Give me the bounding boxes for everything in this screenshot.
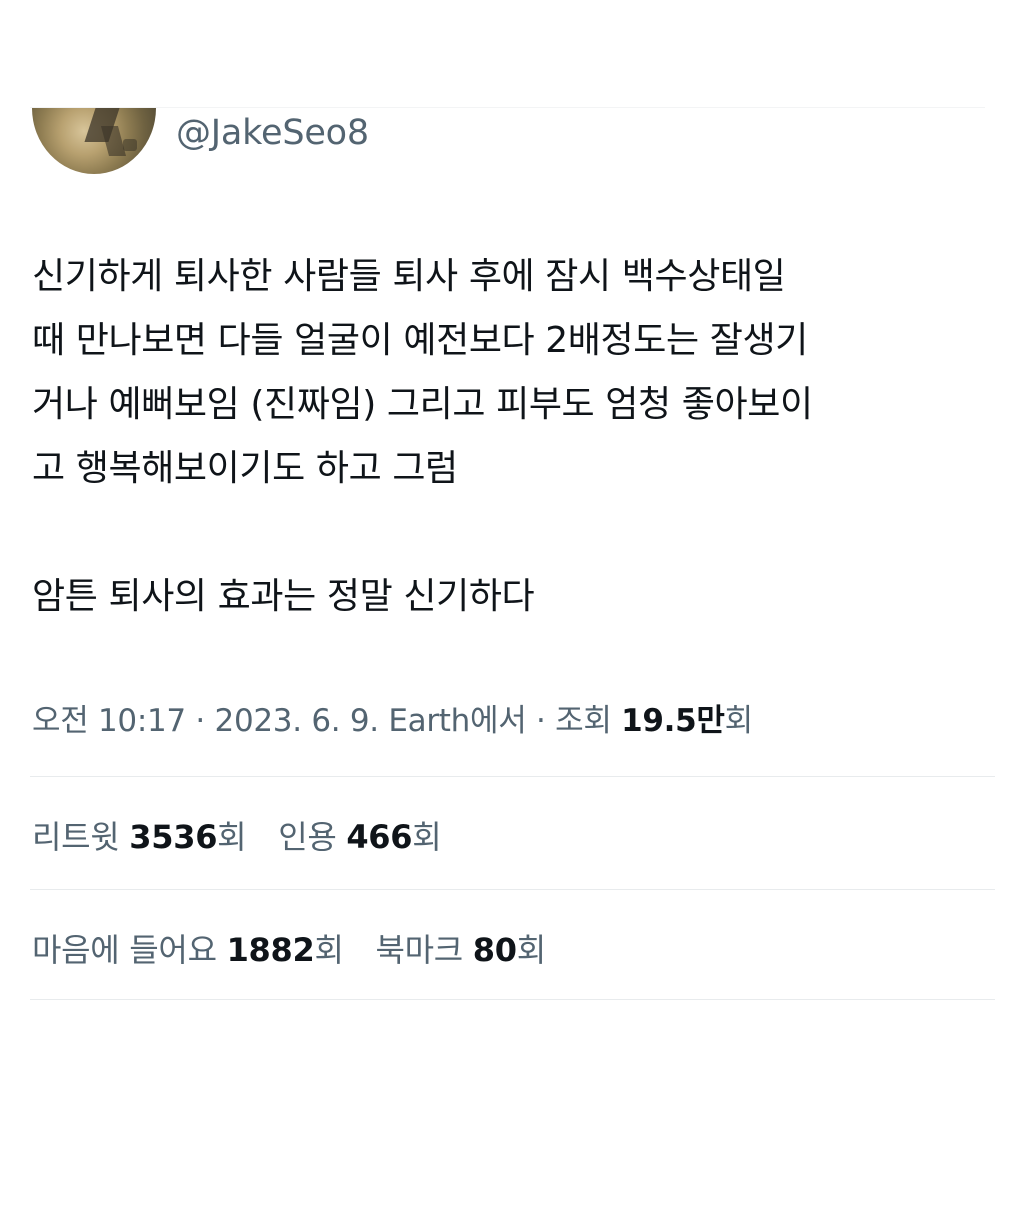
- quotes-count: 466: [346, 818, 413, 856]
- author-handle[interactable]: @JakeSeo8: [176, 113, 369, 153]
- meta-separator: ·: [185, 703, 215, 739]
- tweet-source: Earth에서: [378, 703, 527, 739]
- tweet-line: 때 만나보면 다들 얼굴이 예전보다 2배정도는 잘생기: [32, 320, 808, 361]
- quotes-label: 인용: [278, 818, 347, 856]
- retweets-count: 3536: [129, 818, 218, 856]
- retweets-label: 리트윗: [32, 818, 130, 856]
- tweet-line: 고 행복해보이기도 하고 그럼: [32, 448, 458, 489]
- engagement-row: 마음에 들어요 1882회 북마크 80회: [32, 925, 568, 971]
- engagement-row: 리트윗 3536회 인용 466회: [32, 812, 463, 858]
- tweet-line: 거나 예뻐보임 (진짜임) 그리고 피부도 엄청 좋아보이: [32, 384, 813, 425]
- quotes-unit: 회: [412, 818, 442, 856]
- tweet-date[interactable]: 2023. 6. 9.: [215, 703, 380, 739]
- meta-separator: ·: [526, 703, 556, 739]
- divider: [30, 889, 995, 890]
- bookmarks-unit: 회: [516, 931, 546, 969]
- likes-unit: 회: [314, 931, 344, 969]
- tweet-time[interactable]: 오전 10:17: [32, 703, 186, 739]
- views-label: 조회: [555, 703, 622, 739]
- likes-label: 마음에 들어요: [32, 931, 227, 969]
- likes-stat[interactable]: 마음에 들어요 1882회: [32, 925, 344, 971]
- bookmarks-stat[interactable]: 북마크 80회: [375, 925, 546, 971]
- bookmarks-label: 북마크: [375, 931, 473, 969]
- retweets-stat[interactable]: 리트윗 3536회: [32, 812, 247, 858]
- quotes-stat[interactable]: 인용 466회: [278, 812, 442, 858]
- avatar-photo-detail: [123, 139, 137, 151]
- tweet-text: 신기하게 퇴사한 사람들 퇴사 후에 잠시 백수상태일 때 만나보면 다들 얼굴…: [32, 245, 1002, 629]
- tweet-meta: 오전 10:17 · 2023. 6. 9. Earth에서 · 조회 19.5…: [32, 695, 753, 740]
- views-unit: 회: [724, 703, 754, 739]
- top-divider: [30, 107, 985, 108]
- bookmarks-count: 80: [472, 931, 517, 969]
- divider: [30, 776, 995, 777]
- divider: [30, 999, 995, 1000]
- tweet-line: 신기하게 퇴사한 사람들 퇴사 후에 잠시 백수상태일: [32, 256, 786, 297]
- views-count: 19.5만: [621, 703, 725, 739]
- avatar[interactable]: [32, 108, 156, 174]
- likes-count: 1882: [226, 931, 315, 969]
- tweet-line: 암튼 퇴사의 효과는 정말 신기하다: [32, 576, 535, 617]
- retweets-unit: 회: [217, 818, 247, 856]
